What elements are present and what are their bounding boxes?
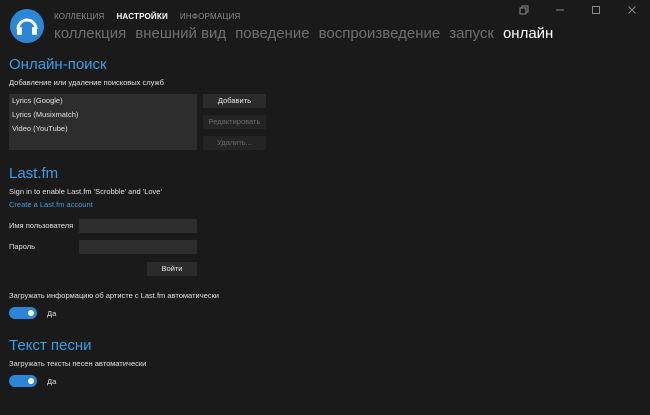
toggle-knob — [28, 310, 34, 316]
maximize-icon[interactable] — [588, 4, 604, 16]
sub-tab-playback[interactable]: воспроизведение — [319, 25, 441, 42]
list-item[interactable]: Lyrics (Google) — [9, 94, 197, 108]
sub-nav: коллекция внешний вид поведение воспроиз… — [54, 25, 553, 42]
lyrics-toggle-label: Да — [47, 377, 57, 386]
sub-tab-collection[interactable]: коллекция — [54, 25, 126, 42]
edit-button[interactable]: Редактировать — [203, 115, 266, 129]
window-controls — [516, 4, 640, 16]
delete-button[interactable]: Удалить... — [203, 136, 266, 150]
password-label: Пароль — [9, 242, 36, 251]
lyrics-title: Текст песни — [9, 337, 92, 354]
lastfm-toggle-label: Да — [47, 309, 57, 318]
sub-tab-online[interactable]: онлайн — [503, 25, 553, 42]
lastfm-title: Last.fm — [9, 165, 59, 182]
search-services-list[interactable]: Lyrics (Google) Lyrics (Musixmatch) Vide… — [9, 94, 197, 150]
lastfm-description: Sign in to enable Last.fm 'Scrobble' and… — [9, 187, 162, 196]
top-tab-info[interactable]: ИНФОРМАЦИЯ — [180, 12, 241, 21]
list-item[interactable]: Lyrics (Musixmatch) — [9, 108, 197, 122]
online-search-description: Добавление или удаление поисковых служб — [9, 78, 164, 87]
minimize-icon[interactable] — [552, 4, 568, 16]
online-search-title: Онлайн-поиск — [9, 56, 107, 73]
sub-tab-behavior[interactable]: поведение — [235, 25, 309, 42]
restore-window-icon[interactable] — [516, 4, 532, 16]
add-button[interactable]: Добавить — [203, 94, 266, 108]
login-button[interactable]: Войти — [147, 262, 197, 276]
toggle-knob — [28, 378, 34, 384]
lastfm-auto-download-toggle[interactable] — [9, 307, 37, 319]
lyrics-auto-download-label: Загружать тексты песен автоматически — [9, 359, 147, 368]
username-field[interactable] — [79, 219, 197, 233]
top-tab-collection[interactable]: КОЛЛЕКЦИЯ — [54, 12, 104, 21]
top-tab-settings[interactable]: НАСТРОЙКИ — [116, 12, 167, 21]
top-nav: КОЛЛЕКЦИЯ НАСТРОЙКИ ИНФОРМАЦИЯ — [54, 12, 240, 21]
sub-tab-appearance[interactable]: внешний вид — [135, 25, 226, 42]
sub-tab-startup[interactable]: запуск — [449, 25, 494, 42]
close-icon[interactable] — [624, 4, 640, 16]
list-item[interactable]: Video (YouTube) — [9, 122, 197, 136]
lastfm-auto-download-label: Загружать информацию об артисте с Last.f… — [9, 291, 219, 300]
lyrics-auto-download-toggle[interactable] — [9, 375, 37, 387]
password-field[interactable] — [79, 240, 197, 254]
create-account-link[interactable]: Create a Last.fm account — [9, 200, 93, 209]
headphones-logo-icon — [10, 9, 44, 43]
username-label: Имя пользователя — [9, 221, 74, 230]
